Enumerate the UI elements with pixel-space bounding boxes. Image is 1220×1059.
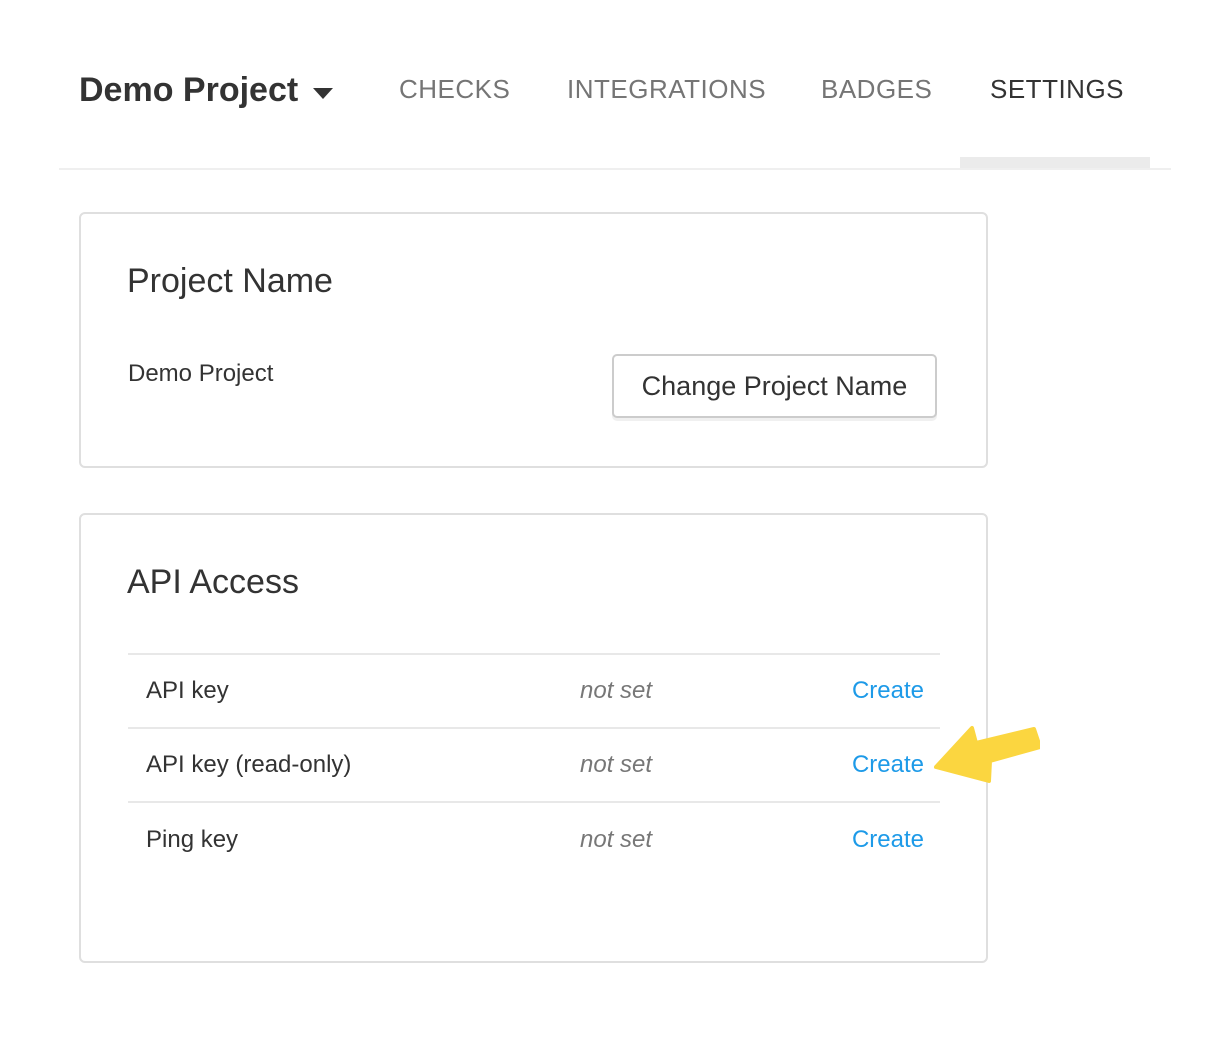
project-switcher-label: Demo Project	[79, 71, 298, 110]
api-key-value: not set	[580, 654, 838, 728]
tab-checks[interactable]: CHECKS	[399, 74, 510, 105]
api-keys-table: API key not set Create API key (read-onl…	[128, 653, 940, 876]
api-access-card-title: API Access	[127, 563, 986, 602]
api-key-read-only-value: not set	[580, 728, 838, 802]
create-ping-key-link[interactable]: Create	[852, 826, 924, 853]
tab-integrations[interactable]: INTEGRATIONS	[567, 74, 766, 105]
api-access-card: API Access API key not set Create API ke…	[79, 513, 988, 963]
create-api-key-link[interactable]: Create	[852, 677, 924, 704]
ping-key-label: Ping key	[128, 802, 580, 876]
current-project-name: Demo Project	[128, 360, 273, 388]
ping-key-value: not set	[580, 802, 838, 876]
header-divider	[59, 168, 1171, 170]
tab-badges[interactable]: BADGES	[821, 74, 932, 105]
api-key-label: API key	[128, 654, 580, 728]
caret-down-icon	[313, 88, 333, 99]
change-project-name-button[interactable]: Change Project Name	[612, 354, 937, 418]
settings-page: Demo Project CHECKS INTEGRATIONS BADGES …	[0, 0, 1220, 1059]
create-api-key-read-only-link[interactable]: Create	[852, 751, 924, 778]
project-name-card: Project Name Demo Project Change Project…	[79, 212, 988, 468]
api-key-read-only-label: API key (read-only)	[128, 728, 580, 802]
table-row-api-key: API key not set Create	[128, 654, 940, 728]
table-row-ping-key: Ping key not set Create	[128, 802, 940, 876]
tab-settings[interactable]: SETTINGS	[990, 74, 1124, 105]
project-switcher-dropdown[interactable]: Demo Project	[79, 68, 333, 112]
table-row-api-key-read-only: API key (read-only) not set Create	[128, 728, 940, 802]
project-name-card-title: Project Name	[127, 262, 986, 301]
